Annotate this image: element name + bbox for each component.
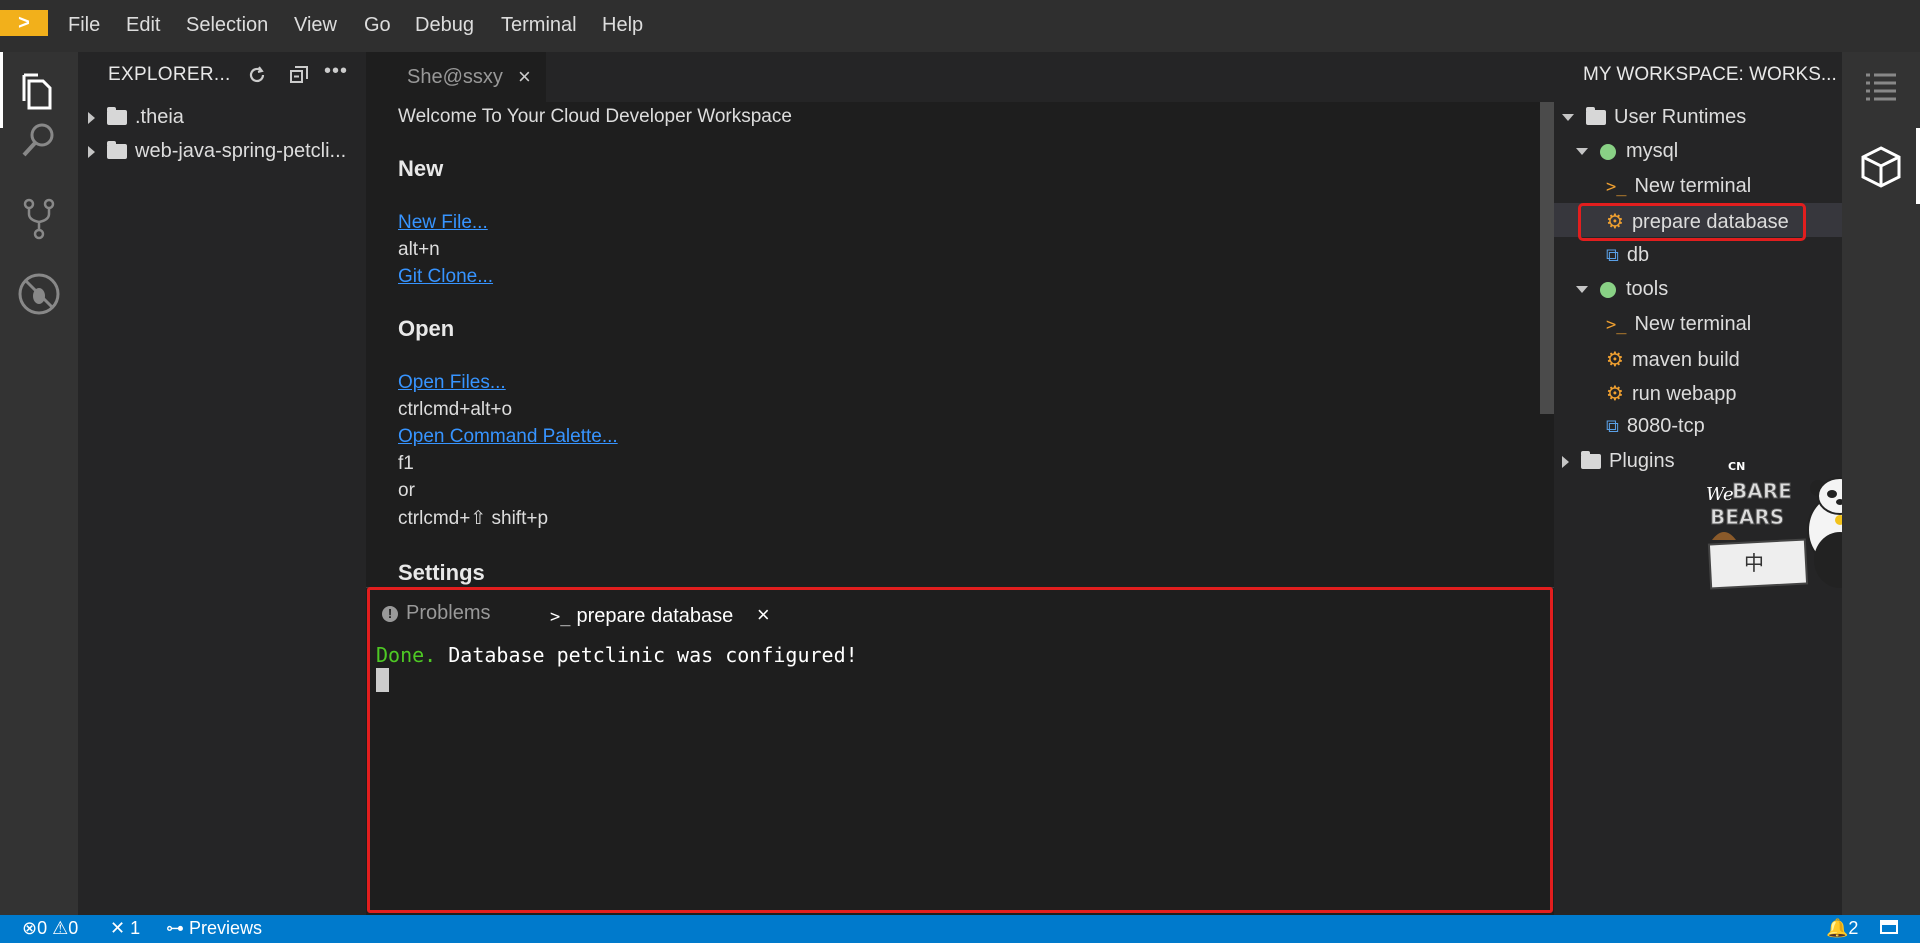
source-control-icon[interactable] bbox=[17, 196, 61, 240]
terminal-icon: >_ bbox=[1606, 177, 1627, 197]
folder-icon bbox=[1586, 107, 1606, 126]
welcome-text: Welcome To Your Cloud Developer Workspac… bbox=[398, 106, 792, 127]
tab-label: She@ssxy bbox=[407, 66, 503, 88]
bell-icon: 🔔 bbox=[1826, 918, 1849, 938]
status-notifications[interactable]: 🔔2 bbox=[1826, 918, 1858, 939]
menu-go[interactable]: Go bbox=[364, 14, 391, 37]
caret-right-icon bbox=[1562, 455, 1569, 468]
tree-item-tools[interactable]: tools bbox=[1576, 278, 1668, 301]
palette-shortcut-2: ctrlcmd+⇧ shift+p bbox=[398, 508, 549, 529]
settings-heading: Settings bbox=[398, 560, 485, 585]
tree-item-plugins[interactable]: Plugins bbox=[1562, 450, 1675, 473]
git-clone-link[interactable]: Git Clone... bbox=[398, 266, 493, 288]
command-new-terminal-tools[interactable]: >_ New terminal bbox=[1606, 313, 1751, 336]
gears-icon: ⚙ bbox=[1606, 383, 1624, 405]
caret-right-icon bbox=[88, 145, 95, 158]
folder-icon bbox=[1581, 451, 1601, 470]
external-link-icon: ⧉ bbox=[1606, 416, 1619, 436]
toggle-panel-icon[interactable] bbox=[1880, 920, 1898, 934]
folder-icon bbox=[107, 141, 127, 160]
command-run-webapp[interactable]: ⚙ run webapp bbox=[1606, 381, 1736, 406]
welcome-page: Welcome To Your Cloud Developer Workspac… bbox=[366, 102, 1544, 587]
status-bar: ⊗0 ⚠0 ✕ 1 ⊶ Previews 🔔2 bbox=[0, 915, 1920, 943]
previews-icon: ⊶ bbox=[166, 918, 184, 938]
right-activity-active-indicator bbox=[1916, 128, 1920, 204]
terminal-icon: >_ bbox=[1606, 315, 1627, 335]
endpoint-8080-tcp[interactable]: ⧉ 8080-tcp bbox=[1606, 415, 1705, 438]
more-actions-icon[interactable]: ••• bbox=[324, 60, 348, 83]
new-heading: New bbox=[398, 156, 444, 181]
menu-help[interactable]: Help bbox=[602, 14, 643, 37]
refresh-icon[interactable] bbox=[246, 64, 268, 86]
search-icon[interactable] bbox=[17, 118, 61, 162]
sticker-brand-top: CN bbox=[1728, 460, 1745, 473]
menu-terminal[interactable]: Terminal bbox=[501, 14, 577, 37]
tools-icon: ✕ bbox=[110, 918, 126, 938]
command-maven-build[interactable]: ⚙ maven build bbox=[1606, 347, 1740, 372]
menu-selection[interactable]: Selection bbox=[186, 14, 268, 37]
menu-debug[interactable]: Debug bbox=[415, 14, 474, 37]
files-icon[interactable] bbox=[17, 69, 61, 113]
right-activity-bar bbox=[1842, 52, 1920, 915]
sticker-chinese: 中 bbox=[1744, 551, 1764, 575]
runtime-status-icon bbox=[1600, 143, 1616, 160]
caret-down-icon bbox=[1576, 286, 1588, 294]
sticker-brand-bears: BEARS bbox=[1710, 505, 1784, 529]
external-link-icon: ⧉ bbox=[1606, 245, 1619, 265]
highlight-border-panel bbox=[367, 587, 1553, 913]
palette-or: or bbox=[398, 480, 415, 501]
tree-item-user-runtimes[interactable]: User Runtimes bbox=[1562, 106, 1746, 129]
endpoint-db[interactable]: ⧉ db bbox=[1606, 244, 1649, 267]
runtime-status-icon bbox=[1600, 281, 1616, 298]
outline-icon[interactable] bbox=[1862, 68, 1900, 106]
highlight-border-command bbox=[1578, 203, 1806, 241]
caret-down-icon bbox=[1562, 114, 1574, 122]
caret-down-icon bbox=[1576, 148, 1588, 156]
app-logo[interactable]: > bbox=[0, 10, 48, 36]
menu-view[interactable]: View bbox=[294, 14, 337, 37]
explorer-panel bbox=[78, 52, 366, 915]
activity-bar bbox=[0, 52, 78, 915]
collapse-all-icon[interactable] bbox=[288, 64, 310, 86]
warning-icon: ⚠ bbox=[52, 918, 69, 938]
status-problems[interactable]: ⊗0 ⚠0 bbox=[22, 918, 78, 939]
menu-file[interactable]: File bbox=[68, 14, 100, 37]
command-new-terminal[interactable]: >_ New terminal bbox=[1606, 175, 1751, 198]
tree-item-theia[interactable]: .theia bbox=[88, 106, 184, 129]
status-previews[interactable]: ⊶ Previews bbox=[166, 918, 262, 939]
menu-edit[interactable]: Edit bbox=[126, 14, 160, 37]
new-file-link[interactable]: New File... bbox=[398, 212, 488, 234]
open-heading: Open bbox=[398, 316, 455, 341]
sticker-brand-we: We bbox=[1706, 484, 1734, 505]
open-files-shortcut: ctrlcmd+alt+o bbox=[398, 399, 513, 420]
tree-item-petclinic[interactable]: web-java-spring-petcli... bbox=[88, 140, 346, 163]
status-tools[interactable]: ✕ 1 bbox=[110, 918, 140, 939]
activity-active-indicator bbox=[0, 52, 3, 128]
new-file-shortcut: alt+n bbox=[398, 239, 440, 260]
tree-item-mysql[interactable]: mysql bbox=[1576, 140, 1678, 163]
folder-icon bbox=[107, 107, 127, 126]
menu-bar: > File Edit Selection View Go Debug Term… bbox=[0, 0, 1920, 52]
error-icon: ⊗ bbox=[22, 918, 38, 938]
open-command-palette-link[interactable]: Open Command Palette... bbox=[398, 426, 618, 448]
tab-welcome[interactable]: She@ssxy × bbox=[366, 52, 546, 102]
editor-scrollbar[interactable] bbox=[1540, 102, 1554, 414]
close-icon[interactable]: × bbox=[518, 64, 531, 90]
debug-icon[interactable] bbox=[17, 272, 61, 316]
open-files-link[interactable]: Open Files... bbox=[398, 372, 506, 394]
palette-shortcut-1: f1 bbox=[398, 453, 414, 474]
gears-icon: ⚙ bbox=[1606, 349, 1624, 371]
sticker-brand-bare: BARE bbox=[1732, 479, 1792, 503]
workspace-cube-icon[interactable] bbox=[1858, 144, 1904, 190]
caret-right-icon bbox=[88, 111, 95, 124]
explorer-title: EXPLORER... bbox=[108, 64, 231, 85]
workspace-title: MY WORKSPACE: WORKS... bbox=[1583, 64, 1837, 85]
